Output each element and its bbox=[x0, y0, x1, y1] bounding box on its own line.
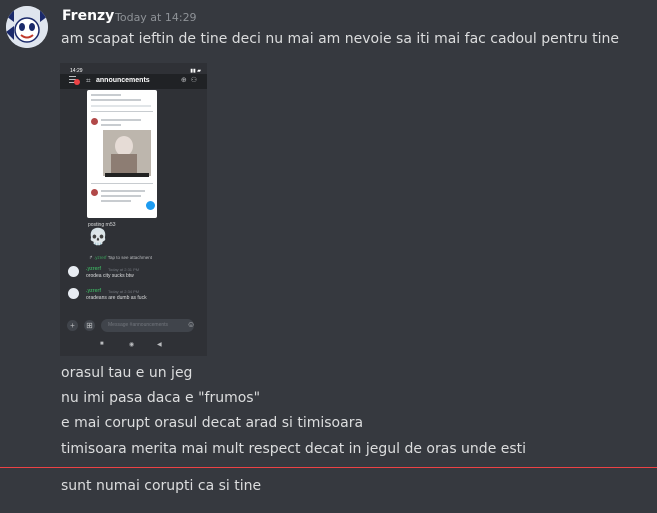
avatar bbox=[68, 288, 79, 299]
tweet-image bbox=[103, 130, 151, 176]
user-avatar[interactable] bbox=[6, 6, 48, 48]
skull-emoji-icon: 💀 bbox=[88, 229, 108, 246]
channel-hash-icon: ⌗ bbox=[86, 76, 91, 85]
message-line: orasul tau e un jeg bbox=[61, 365, 193, 381]
posting-text: posting rn53 bbox=[88, 222, 116, 228]
mini-message: oradeans are dumb as fuck bbox=[86, 295, 147, 301]
mini-timestamp: Today at 2:31 PM bbox=[108, 267, 140, 272]
plus-icon: + bbox=[67, 320, 78, 331]
nav-back-icon: ◀ bbox=[157, 342, 162, 348]
nav-home-icon: ◉ bbox=[129, 342, 135, 348]
embedded-tweet-screenshot bbox=[87, 90, 157, 218]
channel-name: announcements bbox=[96, 77, 150, 84]
message-line: e mai corupt orasul decat arad si timiso… bbox=[61, 415, 364, 431]
mini-input-placeholder: Message #announcements bbox=[108, 322, 169, 328]
message-timestamp: Today at 14:29 bbox=[115, 11, 197, 24]
emoji-icon: ☺ bbox=[187, 320, 196, 329]
image-attachment[interactable]: 14:29 ▮▮ ▰ ⌗ announcements ⊕⚇ posting rn… bbox=[60, 63, 207, 356]
author-name[interactable]: Frenzy bbox=[62, 8, 114, 24]
mini-username: .yzrerf bbox=[86, 288, 102, 294]
compose-fab-icon bbox=[146, 201, 155, 210]
message-line: timisoara merita mai mult respect decat … bbox=[61, 441, 527, 457]
message-line: sunt numai corupti ca si tine bbox=[61, 478, 262, 494]
mini-timestamp: Today at 2:34 PM bbox=[108, 289, 140, 294]
nav-square-icon: ■ bbox=[100, 341, 104, 347]
gift-icon: ⊞ bbox=[84, 320, 95, 331]
avatar bbox=[68, 266, 79, 277]
new-messages-divider bbox=[0, 467, 657, 468]
message-line: am scapat ieftin de tine deci nu mai am … bbox=[61, 31, 620, 47]
message-line: nu imi pasa daca e "frumos" bbox=[61, 390, 261, 406]
notification-badge bbox=[74, 79, 80, 85]
mini-username: .yzrerf bbox=[86, 266, 102, 272]
mini-message: orodea city sucks btw bbox=[86, 273, 134, 279]
reply-preview: ↱ .yzrerf Tap to see attachment bbox=[89, 255, 152, 260]
header-icons: ⊕⚇ bbox=[180, 77, 201, 84]
